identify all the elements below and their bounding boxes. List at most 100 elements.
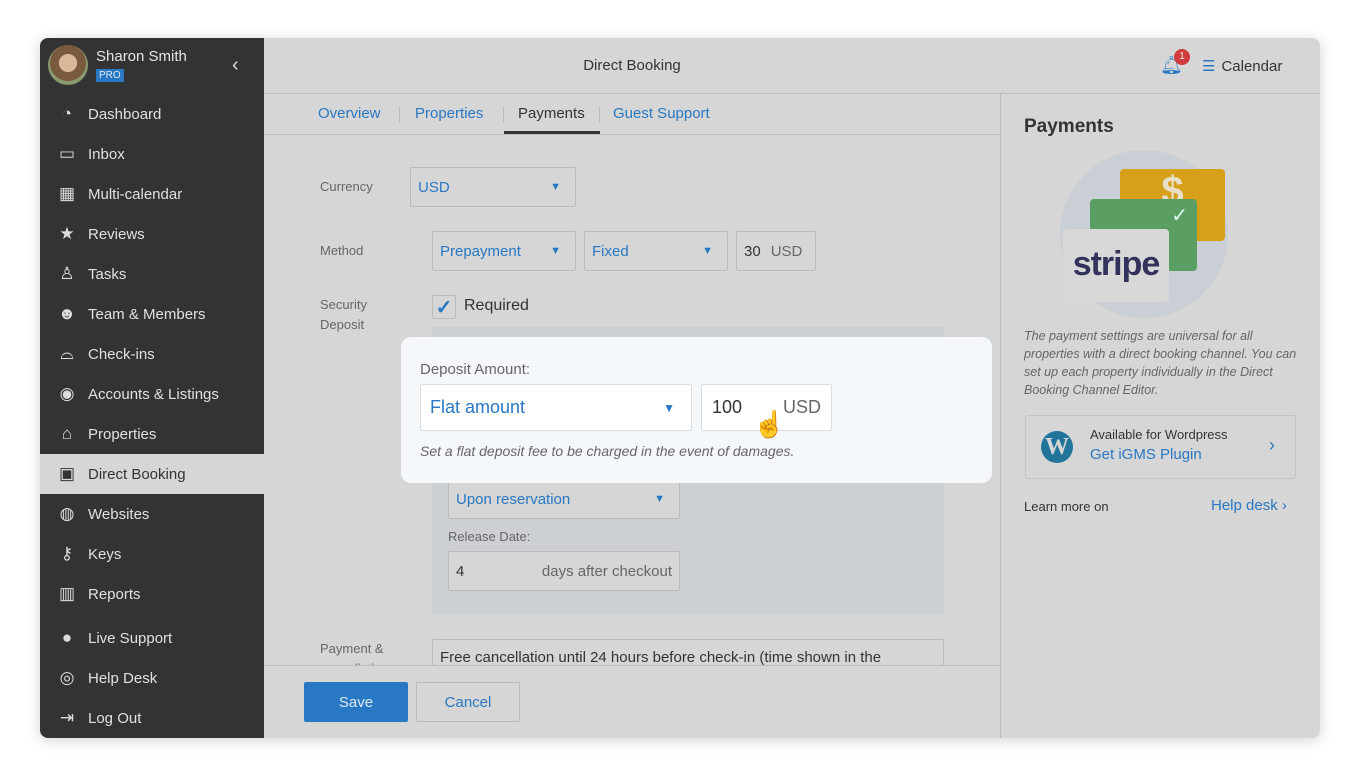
tab-properties[interactable]: Properties (415, 105, 483, 122)
deposit-hint: Set a flat deposit fee to be charged in … (420, 443, 795, 459)
sidebar-item-websites[interactable]: ◍ Websites (40, 494, 264, 534)
method-type-select[interactable]: Fixed ▼ (584, 231, 728, 271)
sidebar-item-label: Keys (88, 545, 122, 563)
method-unit: USD (770, 242, 803, 260)
deposit-amount-value: 100 (712, 397, 743, 417)
user-profile[interactable]: Sharon Smith PRO (48, 45, 187, 85)
method-amount: 30 (744, 242, 761, 260)
calendar-button[interactable]: ☰ Calendar (1202, 57, 1282, 75)
release-days-input[interactable]: 4 days after checkout (448, 551, 680, 591)
sidebar-item-label: Team & Members (88, 305, 206, 323)
plugin-link[interactable]: Get iGMS Plugin (1090, 446, 1202, 463)
calendar-label: Calendar (1221, 58, 1283, 75)
policy-text: Free cancellation until 24 hours before … (440, 649, 882, 666)
wordpress-icon: W (1041, 431, 1073, 463)
chevron-down-icon: ▼ (654, 493, 665, 505)
currency-select[interactable]: USD ▼ (410, 167, 576, 207)
cancel-button[interactable]: Cancel (416, 682, 520, 722)
key-icon: ⚷ (60, 544, 74, 563)
sidebar-item-team-members[interactable]: ☻ Team & Members (40, 294, 264, 334)
inbox-icon: ▭ (58, 144, 76, 163)
sidebar-item-tasks[interactable]: ♙ Tasks (40, 254, 264, 294)
sidebar-item-label: Check-ins (88, 345, 155, 363)
security-deposit-label: Security Deposit (320, 295, 367, 335)
sidebar-item-inbox[interactable]: ▭ Inbox (40, 134, 264, 174)
chevron-down-icon: ▼ (702, 245, 713, 257)
user-circle-icon: ◉ (59, 384, 75, 403)
chevron-down-icon: ▼ (550, 181, 561, 193)
plugin-caption: Available for Wordpress (1090, 427, 1228, 442)
currency-value: USD (418, 178, 450, 196)
pro-badge: PRO (96, 68, 124, 82)
learn-more-text: Learn more on (1024, 499, 1109, 514)
release-unit: days after checkout (541, 562, 672, 580)
payment-illustration: $ ✓ stripe (1060, 150, 1228, 318)
method-value: Prepayment (440, 242, 521, 260)
sidebar-item-multi-calendar[interactable]: ▦ Multi-calendar (40, 174, 264, 214)
wordpress-plugin-card[interactable]: W Available for Wordpress Get iGMS Plugi… (1025, 415, 1296, 479)
chevron-down-icon: ▼ (550, 245, 561, 257)
star-icon: ★ (59, 224, 75, 243)
sidebar-item-label: Help Desk (88, 669, 158, 687)
chevron-down-icon: ▼ (663, 400, 675, 415)
tabs: Overview Properties Payments Guest Suppo… (264, 94, 1000, 135)
sidebar-item-label: Log Out (88, 709, 142, 727)
sidebar-item-label: Websites (88, 505, 150, 523)
deposit-unit: USD (782, 397, 821, 417)
sidebar-item-live-support[interactable]: ● Live Support (40, 618, 264, 658)
chevron-right-icon: › (1269, 435, 1275, 455)
sidebar-item-label: Dashboard (88, 105, 162, 123)
bell-service-icon: ⌓ (60, 344, 74, 363)
sidebar-item-label: Multi-calendar (88, 185, 183, 203)
sidebar-item-label: Tasks (88, 265, 127, 283)
tab-guest-support[interactable]: Guest Support (613, 105, 710, 122)
collapse-sidebar-icon[interactable]: ‹ (232, 54, 239, 77)
required-label: Required (464, 297, 529, 314)
bar-chart-icon: ▥ (58, 584, 76, 603)
globe-icon: ◍ (59, 504, 75, 523)
deposit-type-select[interactable]: Flat amount ▼ (420, 384, 692, 431)
method-select[interactable]: Prepayment ▼ (432, 231, 576, 271)
sidebar-item-direct-booking[interactable]: ▣ Direct Booking (40, 454, 264, 494)
sidebar-item-keys[interactable]: ⚷ Keys (40, 534, 264, 574)
help-desk-label: Help desk (1211, 497, 1278, 514)
page-title: Direct Booking (583, 57, 681, 74)
method-type-value: Fixed (592, 242, 629, 260)
sidebar-item-label: Properties (88, 425, 157, 443)
divider (399, 107, 400, 123)
method-amount-input[interactable]: 30 USD (736, 231, 816, 271)
deposit-amount-label: Deposit Amount: (420, 361, 531, 378)
help-desk-link[interactable]: Help desk › (1211, 497, 1287, 514)
gauge-icon: ◔ (61, 104, 73, 123)
form-footer: Save Cancel (264, 665, 1000, 738)
sidebar-item-log-out[interactable]: ⇥ Log Out (40, 698, 264, 738)
sidebar-item-reviews[interactable]: ★ Reviews (40, 214, 264, 254)
stripe-logo: stripe (1063, 229, 1169, 302)
sidebar-item-properties[interactable]: ⌂ Properties (40, 414, 264, 454)
users-icon: ☻ (58, 304, 76, 323)
sidebar-item-label: Direct Booking (88, 465, 186, 483)
sidebar-item-label: Inbox (88, 145, 125, 163)
security-label-line1: Security (320, 297, 367, 312)
avatar (48, 45, 88, 85)
calendar-icon: ▦ (58, 184, 76, 203)
sidebar-item-accounts-listings[interactable]: ◉ Accounts & Listings (40, 374, 264, 414)
sidebar-item-label: Reviews (88, 225, 145, 243)
save-button[interactable]: Save (304, 682, 408, 722)
security-label-line2: Deposit (320, 317, 365, 332)
sidebar-item-check-ins[interactable]: ⌓ Check-ins (40, 334, 264, 374)
lifebuoy-icon: ◎ (59, 668, 75, 687)
tab-payments[interactable]: Payments (518, 105, 585, 122)
policy-label-line1: Payment & (320, 641, 384, 656)
sidebar-item-dashboard[interactable]: ◔ Dashboard (40, 94, 264, 134)
tab-overview[interactable]: Overview (318, 105, 381, 122)
release-date-label: Release Date: (448, 529, 531, 544)
chevron-right-icon: › (1281, 497, 1287, 514)
charge-when-select[interactable]: Upon reservation ▼ (448, 479, 680, 519)
sidebar-item-reports[interactable]: ▥ Reports (40, 574, 264, 614)
sidebar-item-help-desk[interactable]: ◎ Help Desk (40, 658, 264, 698)
broom-icon: ♙ (59, 264, 75, 283)
required-checkbox[interactable]: ✓ (432, 295, 456, 319)
sidebar-item-label: Accounts & Listings (88, 385, 219, 403)
active-tab-indicator (504, 131, 600, 134)
